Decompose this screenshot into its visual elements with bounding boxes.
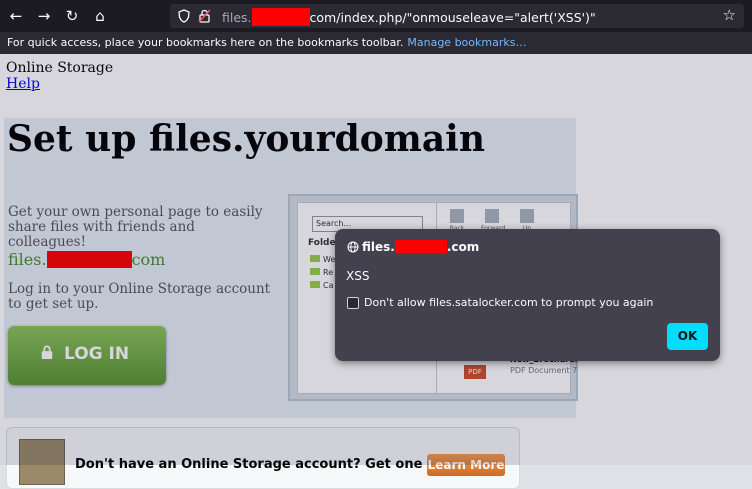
bookmarks-hint: For quick access, place your bookmarks h… xyxy=(7,36,404,49)
address-bar[interactable]: files. com/index.php/"onmouseleave="alert… xyxy=(170,4,744,28)
back-arrow-icon[interactable]: ← xyxy=(6,6,26,26)
url-text: files. com/index.php/"onmouseleave="alert… xyxy=(222,8,596,26)
redaction-box xyxy=(251,8,310,26)
origin-prefix: files. xyxy=(362,240,395,254)
globe-icon xyxy=(347,241,359,253)
dialog-origin: files. .com xyxy=(362,240,479,254)
ok-button[interactable]: OK xyxy=(667,323,708,350)
url-prefix: files. xyxy=(222,10,252,25)
browser-toolbar: ← → ↻ ⌂ files. com/index.php/"onmouseleav… xyxy=(0,0,752,32)
shield-icon xyxy=(178,9,190,23)
bookmarks-toolbar: For quick access, place your bookmarks h… xyxy=(0,32,752,54)
home-icon[interactable]: ⌂ xyxy=(90,6,110,26)
origin-suffix: .com xyxy=(446,240,480,254)
dont-allow-checkbox[interactable] xyxy=(347,297,359,309)
reload-icon[interactable]: ↻ xyxy=(62,6,82,26)
manage-bookmarks-link[interactable]: Manage bookmarks… xyxy=(407,36,526,49)
dont-allow-label[interactable]: Don't allow files.satalocker.com to prom… xyxy=(364,296,653,309)
alert-dialog: files. .com XSS Don't allow files.sataloc… xyxy=(335,229,720,361)
bookmark-star-icon[interactable]: ☆ xyxy=(723,6,736,24)
redaction-box xyxy=(394,240,447,253)
dialog-message: XSS xyxy=(346,269,370,283)
forward-arrow-icon[interactable]: → xyxy=(34,6,54,26)
url-suffix: com/index.php/"onmouseleave="alert('XSS'… xyxy=(309,10,596,25)
lock-warning-icon xyxy=(198,9,211,23)
